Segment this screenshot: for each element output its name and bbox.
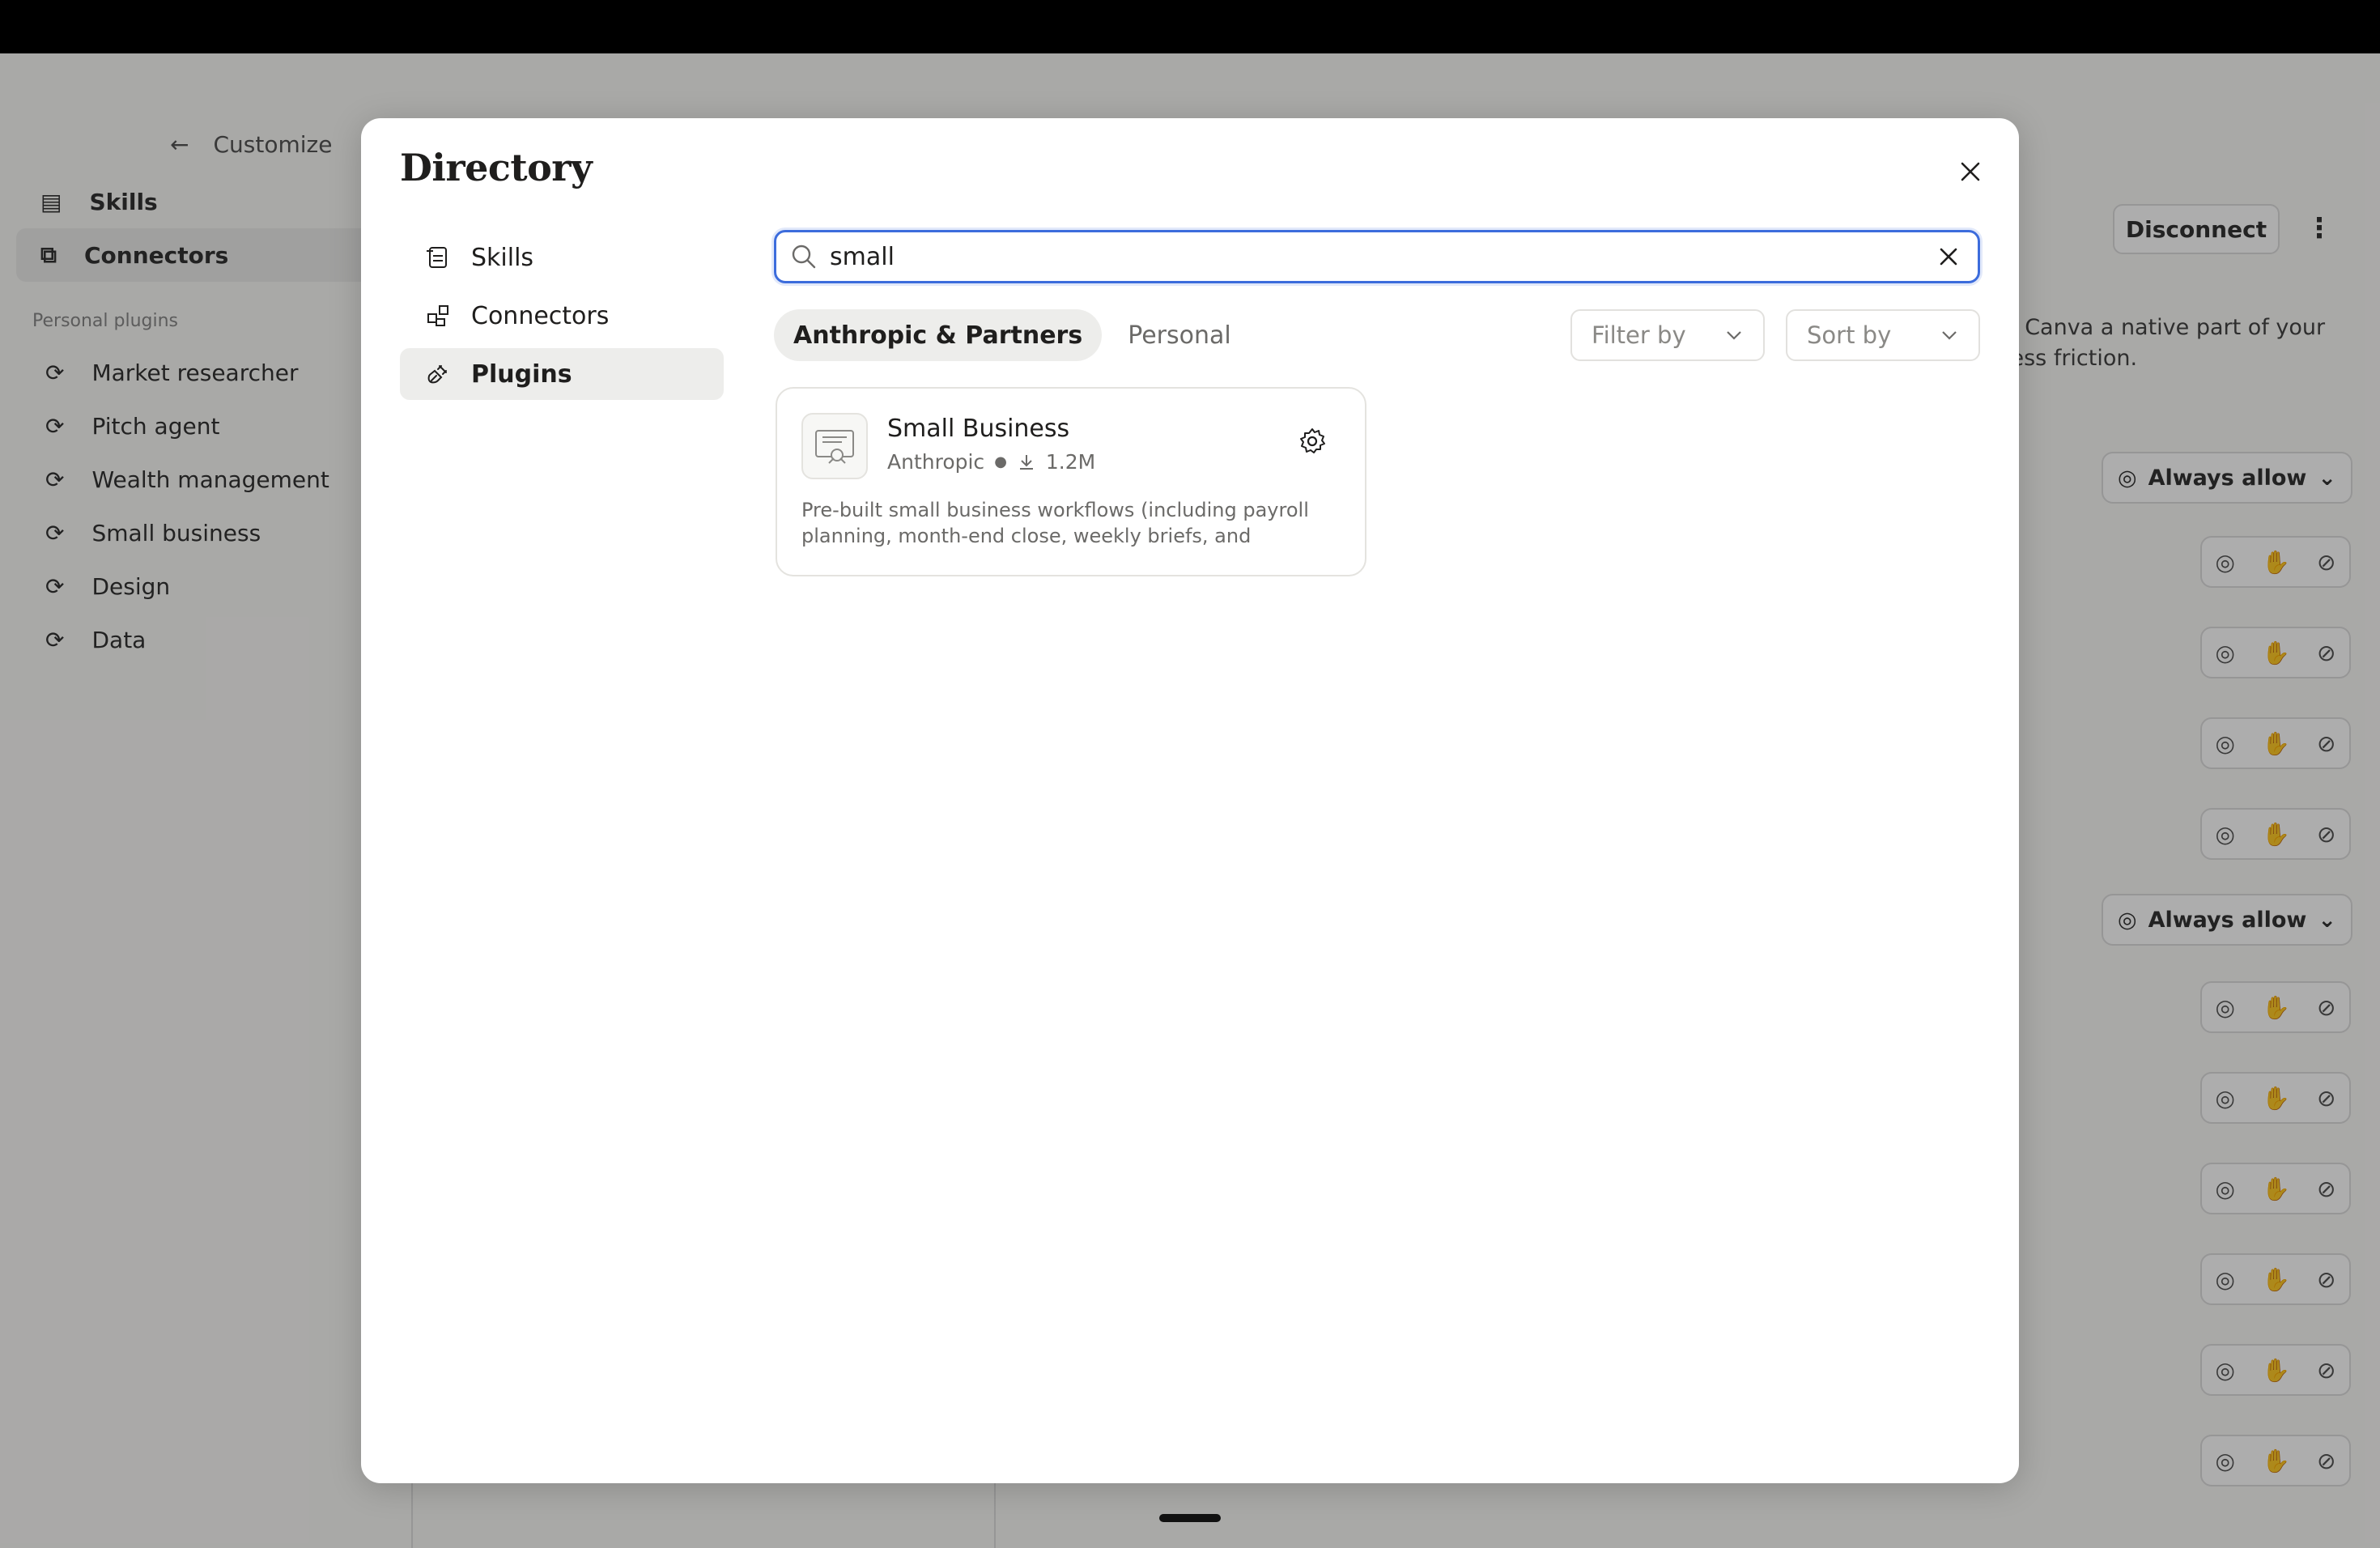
sort-dropdown[interactable]: Sort by	[1786, 309, 1980, 361]
chevron-down-icon	[1942, 331, 1957, 340]
top-bar	[0, 0, 2380, 53]
tab-personal[interactable]: Personal	[1108, 309, 1251, 361]
nav-item-skills[interactable]: Skills	[400, 232, 724, 283]
separator-dot: ●	[994, 453, 1007, 470]
nav-item-label: Connectors	[471, 301, 610, 330]
download-icon	[1019, 454, 1033, 470]
chevron-down-icon	[1727, 331, 1741, 340]
plugin-card[interactable]: Small Business Anthropic ● 1.2M Pre-buil…	[776, 387, 1366, 576]
plugin-settings-button[interactable]	[1295, 424, 1329, 458]
drag-handle[interactable]	[1159, 1514, 1221, 1522]
clear-search-button[interactable]	[1932, 240, 1965, 273]
close-button[interactable]	[1948, 149, 1993, 194]
sort-label: Sort by	[1807, 321, 1892, 349]
search-input[interactable]	[830, 242, 1932, 271]
plugin-description: Pre-built small business workflows (incl…	[801, 499, 1309, 547]
clear-icon	[1940, 248, 1957, 266]
tab-anthropic-partners[interactable]: Anthropic & Partners	[774, 309, 1103, 361]
connectors-icon	[424, 302, 452, 330]
directory-nav: Skills Connectors Plugins	[400, 232, 724, 406]
source-tabs: Anthropic & Partners Personal	[774, 309, 1251, 361]
gear-icon	[1300, 428, 1325, 453]
plugin-publisher: Anthropic	[887, 450, 985, 474]
nav-item-label: Skills	[471, 243, 534, 272]
plugins-icon	[424, 360, 452, 388]
plugin-title: Small Business	[887, 415, 1070, 443]
skills-icon	[424, 244, 452, 271]
search-box	[774, 230, 1980, 283]
nav-item-connectors[interactable]: Connectors	[400, 290, 724, 342]
directory-modal: Directory Skills Connectors Plugins smal…	[361, 118, 2019, 1483]
filter-label: Filter by	[1592, 321, 1686, 349]
plugin-downloads: 1.2M	[1045, 450, 1096, 474]
nav-item-label: Plugins	[471, 359, 572, 389]
plugin-logo	[801, 413, 868, 479]
modal-title: Directory	[400, 146, 593, 189]
search-icon	[789, 242, 818, 271]
plugin-meta: Anthropic ● 1.2M	[887, 450, 1095, 474]
filter-dropdown[interactable]: Filter by	[1570, 309, 1765, 361]
close-icon	[1961, 162, 1980, 181]
certificate-icon	[815, 430, 854, 464]
nav-item-plugins[interactable]: Plugins	[400, 348, 724, 400]
